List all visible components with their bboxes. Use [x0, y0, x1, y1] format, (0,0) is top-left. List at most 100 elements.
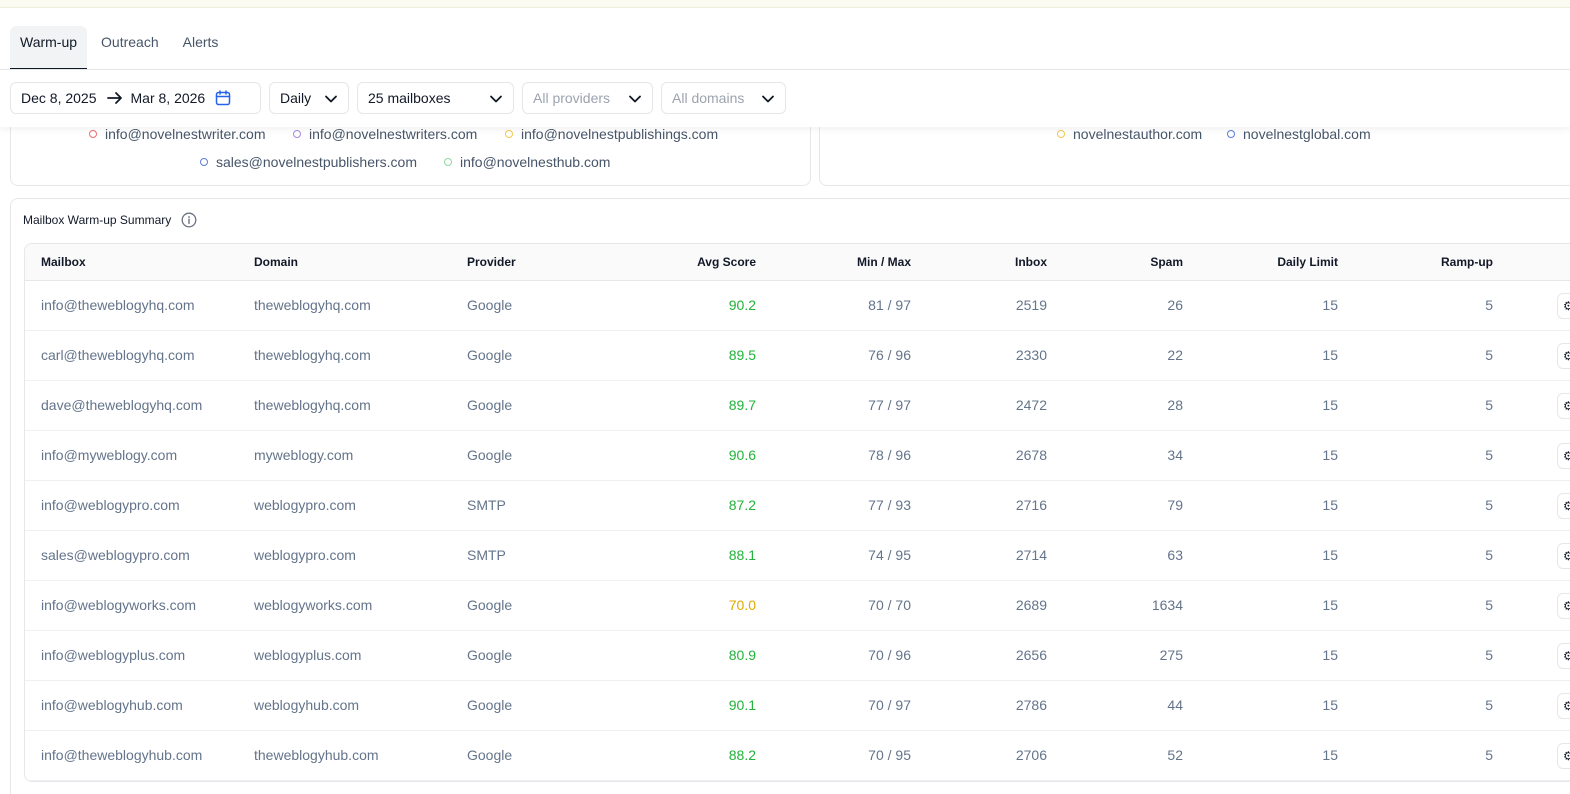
col-domain[interactable]: Domain — [254, 255, 298, 269]
cell-spam: 52 — [1167, 747, 1183, 763]
providers-select[interactable]: All providers — [522, 82, 653, 114]
cell-spam: 34 — [1167, 447, 1183, 463]
legend-item[interactable]: info@novelnestwriter.com — [89, 126, 266, 142]
cell-inbox: 2519 — [1015, 297, 1047, 313]
col-avg-score[interactable]: Avg Score — [697, 255, 756, 269]
col-inbox[interactable]: Inbox — [1015, 255, 1047, 269]
interval-value: Daily — [280, 90, 312, 106]
cell-spam: 26 — [1167, 297, 1183, 313]
col-spam[interactable]: Spam — [1150, 255, 1183, 269]
table-row[interactable]: info@theweblogyhub.com theweblogyhub.com… — [25, 731, 1570, 781]
legend-label: info@novelnestwriters.com — [309, 126, 478, 142]
cell-inbox: 2656 — [1015, 647, 1047, 663]
cell-spam: 22 — [1167, 347, 1183, 363]
legend-item[interactable]: novelnestauthor.com — [1057, 126, 1202, 142]
table-row[interactable]: carl@theweblogyhq.com theweblogyhq.com G… — [25, 331, 1570, 381]
col-min-max[interactable]: Min / Max — [857, 255, 911, 269]
calendar-icon[interactable] — [215, 90, 231, 106]
summary-table: Mailbox Domain Provider Avg Score Min / … — [24, 243, 1570, 782]
cell-provider: SMTP — [467, 547, 506, 563]
domains-select[interactable]: All domains — [661, 82, 786, 114]
table-row[interactable]: info@weblogyworks.com weblogyworks.com G… — [25, 581, 1570, 631]
interval-select[interactable]: Daily — [269, 82, 349, 114]
cell-domain: weblogyworks.com — [254, 597, 373, 613]
cell-spam: 28 — [1167, 397, 1183, 413]
row-action-button[interactable]: ⚙ — [1557, 293, 1570, 319]
cell-avg-score: 90.1 — [728, 697, 756, 713]
chevron-down-icon — [629, 95, 641, 103]
table-row[interactable]: info@weblogyhub.com weblogyhub.com Googl… — [25, 681, 1570, 731]
legend-item[interactable]: novelnestglobal.com — [1227, 126, 1371, 142]
legend-item[interactable]: sales@novelnestpublishers.com — [200, 154, 417, 170]
table-row[interactable]: info@weblogypro.com weblogypro.com SMTP … — [25, 481, 1570, 531]
cell-min-max: 70 / 95 — [868, 747, 911, 763]
summary-header: Mailbox Warm-up Summary — [23, 212, 197, 228]
col-provider[interactable]: Provider — [467, 255, 516, 269]
chevron-down-icon — [490, 95, 502, 103]
table-row[interactable]: sales@weblogypro.com weblogypro.com SMTP… — [25, 531, 1570, 581]
row-action-button[interactable]: ⚙ — [1557, 743, 1570, 769]
cell-avg-score: 88.2 — [728, 747, 756, 763]
cell-provider: Google — [467, 297, 513, 313]
cell-daily-limit: 15 — [1322, 447, 1338, 463]
tab-outreach[interactable]: Outreach — [91, 26, 169, 70]
row-action-button[interactable]: ⚙ — [1557, 443, 1570, 469]
row-action-button[interactable]: ⚙ — [1557, 643, 1570, 669]
cell-provider: Google — [467, 347, 513, 363]
cell-provider: Google — [467, 697, 513, 713]
row-action-button[interactable]: ⚙ — [1557, 493, 1570, 519]
cell-domain: myweblogy.com — [254, 447, 354, 463]
legend-label: novelnestauthor.com — [1073, 126, 1203, 142]
cell-min-max: 77 / 93 — [868, 497, 911, 513]
cell-provider: Google — [467, 647, 513, 663]
cell-avg-score: 90.2 — [728, 297, 756, 313]
cell-ramp-up: 5 — [1485, 647, 1493, 663]
legend-item[interactable]: info@novelnesthub.com — [444, 154, 610, 170]
date-range-picker[interactable]: Dec 8, 2025 Mar 8, 2026 — [10, 82, 261, 114]
row-action-button[interactable]: ⚙ — [1557, 393, 1570, 419]
legend-dot-icon — [444, 158, 452, 166]
cell-mailbox: info@theweblogyhub.com — [41, 747, 203, 763]
cell-domain: theweblogyhub.com — [254, 747, 379, 763]
cell-avg-score: 89.5 — [728, 347, 756, 363]
legend-dot-icon — [89, 130, 97, 138]
table-row[interactable]: info@theweblogyhq.com theweblogyhq.com G… — [25, 281, 1570, 331]
chevron-down-icon — [325, 95, 337, 103]
info-icon[interactable] — [181, 212, 197, 228]
table-row[interactable]: info@myweblogy.com myweblogy.com Google … — [25, 431, 1570, 481]
cell-min-max: 70 / 96 — [868, 647, 911, 663]
legend-item[interactable]: info@novelnestwriters.com — [293, 126, 477, 142]
page-tabs: Warm-up Outreach Alerts — [10, 26, 228, 70]
tab-warm-up[interactable]: Warm-up — [10, 26, 88, 70]
cell-inbox: 2714 — [1015, 547, 1047, 563]
cell-mailbox: info@theweblogyhq.com — [41, 297, 195, 313]
tab-alerts[interactable]: Alerts — [173, 26, 229, 70]
cell-mailbox: sales@weblogypro.com — [41, 547, 190, 563]
legend-dot-icon — [200, 158, 208, 166]
legend-label: sales@novelnestpublishers.com — [216, 154, 417, 170]
legend-label: info@novelnestpublishings.com — [521, 126, 719, 142]
cell-ramp-up: 5 — [1485, 347, 1493, 363]
row-action-button[interactable]: ⚙ — [1557, 693, 1570, 719]
cell-ramp-up: 5 — [1485, 397, 1493, 413]
cell-ramp-up: 5 — [1485, 597, 1493, 613]
legend-item[interactable]: info@novelnestpublishings.com — [505, 126, 718, 142]
mailboxes-select[interactable]: 25 mailboxes — [357, 82, 514, 114]
cell-min-max: 74 / 95 — [868, 547, 911, 563]
row-action-button[interactable]: ⚙ — [1557, 593, 1570, 619]
mailboxes-value: 25 mailboxes — [368, 90, 451, 106]
legend-dot-icon — [1227, 130, 1235, 138]
cell-ramp-up: 5 — [1485, 497, 1493, 513]
date-from: Dec 8, 2025 — [21, 90, 97, 106]
cell-provider: Google — [467, 397, 513, 413]
cell-ramp-up: 5 — [1485, 547, 1493, 563]
row-action-button[interactable]: ⚙ — [1557, 343, 1570, 369]
table-row[interactable]: dave@theweblogyhq.com theweblogyhq.com G… — [25, 381, 1570, 431]
col-mailbox[interactable]: Mailbox — [41, 255, 86, 269]
domains-placeholder: All domains — [672, 90, 745, 106]
cell-inbox: 2678 — [1015, 447, 1047, 463]
row-action-button[interactable]: ⚙ — [1557, 543, 1570, 569]
table-row[interactable]: info@weblogyplus.com weblogyplus.com Goo… — [25, 631, 1570, 681]
col-daily-limit[interactable]: Daily Limit — [1277, 255, 1338, 269]
col-ramp-up[interactable]: Ramp-up — [1441, 255, 1493, 269]
